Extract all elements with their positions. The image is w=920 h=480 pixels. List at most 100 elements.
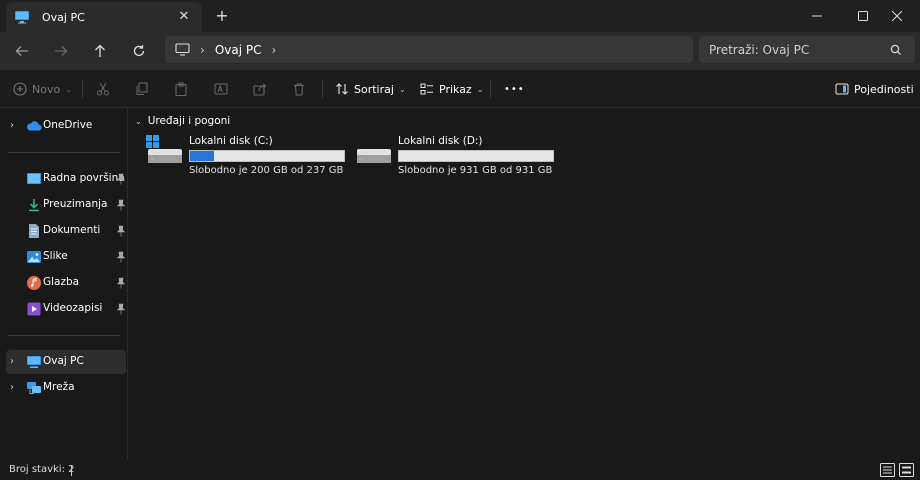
content-pane: ⌄ Uređaji i pogoni Lokalni disk (C:) Slo… bbox=[129, 108, 920, 460]
sidebar-item-label: Slike bbox=[43, 250, 68, 262]
sort-button[interactable]: Sortiraj ⌄ bbox=[335, 78, 406, 100]
paste-button[interactable] bbox=[174, 78, 188, 100]
sidebar-item-onedrive[interactable]: › OneDrive bbox=[6, 114, 126, 138]
sidebar-item-label: Radna površina bbox=[43, 172, 125, 184]
delete-button[interactable] bbox=[292, 78, 306, 100]
more-options-button[interactable]: ••• bbox=[504, 78, 525, 100]
chevron-right-icon[interactable]: › bbox=[10, 356, 20, 368]
minimize-icon bbox=[812, 15, 822, 17]
rename-icon bbox=[214, 83, 228, 95]
pin-icon[interactable] bbox=[116, 303, 126, 315]
new-tab-button[interactable]: + bbox=[212, 6, 232, 26]
breadcrumb-item[interactable]: Ovaj PC bbox=[215, 43, 262, 57]
sidebar-item-pictures[interactable]: Slike bbox=[6, 245, 126, 269]
chevron-down-icon: ⌄ bbox=[65, 84, 72, 94]
sidebar-item-documents[interactable]: Dokumenti bbox=[6, 219, 126, 243]
pin-icon[interactable] bbox=[116, 277, 126, 289]
group-title: Uređaji i pogoni bbox=[147, 115, 231, 127]
toolbar-divider bbox=[322, 80, 323, 98]
chevron-down-icon: ⌄ bbox=[476, 84, 484, 94]
sidebar-item-label: Glazba bbox=[43, 276, 80, 288]
sidebar-item-network[interactable]: › Mreža bbox=[6, 376, 126, 400]
copy-icon bbox=[136, 82, 148, 95]
group-header-devices[interactable]: ⌄ Uređaji i pogoni bbox=[135, 115, 230, 127]
view-list-icon bbox=[420, 83, 433, 95]
drive-usage-bar bbox=[189, 150, 345, 162]
sidebar-item-label: Videozapisi bbox=[43, 302, 103, 314]
chevron-down-icon: ⌄ bbox=[398, 84, 406, 94]
desktop-icon bbox=[27, 173, 41, 184]
sidebar-item-downloads[interactable]: Preuzimanja bbox=[6, 193, 126, 217]
pin-icon[interactable] bbox=[116, 225, 126, 237]
pictures-icon bbox=[27, 251, 41, 263]
chevron-right-icon[interactable]: › bbox=[10, 120, 20, 132]
up-button[interactable] bbox=[88, 40, 112, 62]
share-button[interactable] bbox=[253, 78, 267, 100]
download-icon bbox=[29, 199, 39, 212]
sidebar-item-label: Preuzimanja bbox=[43, 198, 108, 210]
back-button[interactable] bbox=[10, 40, 34, 62]
view-label: Prikaz bbox=[439, 82, 472, 96]
refresh-button[interactable] bbox=[127, 40, 151, 62]
forward-button[interactable] bbox=[49, 40, 73, 62]
computer-icon bbox=[15, 11, 29, 24]
sidebar-item-videos[interactable]: Videozapisi bbox=[6, 297, 126, 321]
refresh-icon bbox=[133, 45, 145, 57]
search-box[interactable]: Pretraži: Ovaj PC bbox=[699, 36, 915, 63]
sort-label: Sortiraj bbox=[354, 82, 394, 96]
sort-icon bbox=[336, 83, 348, 95]
sidebar-item-this-pc[interactable]: › Ovaj PC bbox=[6, 350, 126, 374]
toolbar-divider bbox=[490, 80, 491, 98]
trash-icon bbox=[294, 83, 304, 96]
tab-title: Ovaj PC bbox=[42, 10, 85, 24]
close-window-button[interactable] bbox=[874, 0, 920, 32]
navigation-bar: › Ovaj PC › Pretraži: Ovaj PC bbox=[0, 32, 920, 70]
arrow-right-icon bbox=[55, 46, 68, 56]
drive-name: Lokalni disk (D:) bbox=[398, 135, 483, 147]
rename-button[interactable] bbox=[214, 78, 228, 100]
chevron-right-icon[interactable]: › bbox=[10, 382, 20, 394]
document-icon bbox=[29, 224, 39, 238]
sidebar-item-label: Mreža bbox=[43, 381, 75, 393]
pin-icon[interactable] bbox=[116, 173, 126, 185]
close-icon bbox=[892, 11, 902, 21]
computer-icon bbox=[175, 43, 190, 56]
drive-item-d[interactable]: Lokalni disk (D:) Slobodno je 931 GB od … bbox=[355, 134, 565, 178]
address-bar[interactable]: › Ovaj PC › bbox=[165, 36, 693, 63]
tab-ovaj-pc[interactable]: Ovaj PC ✕ bbox=[6, 2, 202, 32]
scissors-icon bbox=[97, 82, 109, 96]
network-icon bbox=[27, 382, 41, 394]
toolbar-divider bbox=[82, 80, 83, 98]
sidebar-item-label: Ovaj PC bbox=[43, 355, 84, 367]
sidebar-item-desktop[interactable]: Radna površina bbox=[6, 167, 126, 191]
drive-free-space: Slobodno je 931 GB od 931 GB bbox=[398, 165, 553, 176]
pin-icon[interactable] bbox=[116, 199, 126, 211]
drive-item-c[interactable]: Lokalni disk (C:) Slobodno je 200 GB od … bbox=[146, 134, 356, 178]
details-label: Pojedinosti bbox=[854, 82, 914, 96]
cut-button[interactable] bbox=[96, 78, 110, 100]
status-bar: Broj stavki: 2 bbox=[0, 460, 920, 480]
details-view-icon[interactable] bbox=[880, 463, 895, 477]
minimize-button[interactable] bbox=[794, 0, 840, 32]
item-count: Broj stavki: 2 bbox=[9, 464, 75, 475]
view-button[interactable]: Prikaz ⌄ bbox=[420, 78, 483, 100]
sidebar-item-music[interactable]: Glazba bbox=[6, 271, 126, 295]
sidebar-item-label: OneDrive bbox=[43, 119, 93, 131]
details-pane-button[interactable]: Pojedinosti bbox=[835, 78, 914, 100]
drive-icon bbox=[357, 149, 391, 163]
pin-icon[interactable] bbox=[116, 251, 126, 263]
search-icon bbox=[890, 44, 901, 55]
drive-free-space: Slobodno je 200 GB od 237 GB bbox=[189, 165, 344, 176]
new-button[interactable]: Novo ⌄ bbox=[13, 78, 72, 100]
cloud-icon bbox=[26, 121, 42, 131]
sidebar-divider bbox=[8, 335, 120, 336]
chevron-right-icon[interactable]: › bbox=[271, 43, 276, 57]
computer-icon bbox=[27, 356, 41, 368]
navigation-pane: › OneDrive Radna površina Preuzimanja Do… bbox=[0, 108, 128, 460]
tiles-view-icon[interactable] bbox=[899, 463, 914, 477]
search-input[interactable]: Pretraži: Ovaj PC bbox=[709, 43, 889, 57]
arrow-left-icon bbox=[15, 46, 28, 56]
tab-close-button[interactable]: ✕ bbox=[176, 9, 192, 25]
new-label: Novo bbox=[32, 82, 61, 96]
copy-button[interactable] bbox=[135, 78, 149, 100]
